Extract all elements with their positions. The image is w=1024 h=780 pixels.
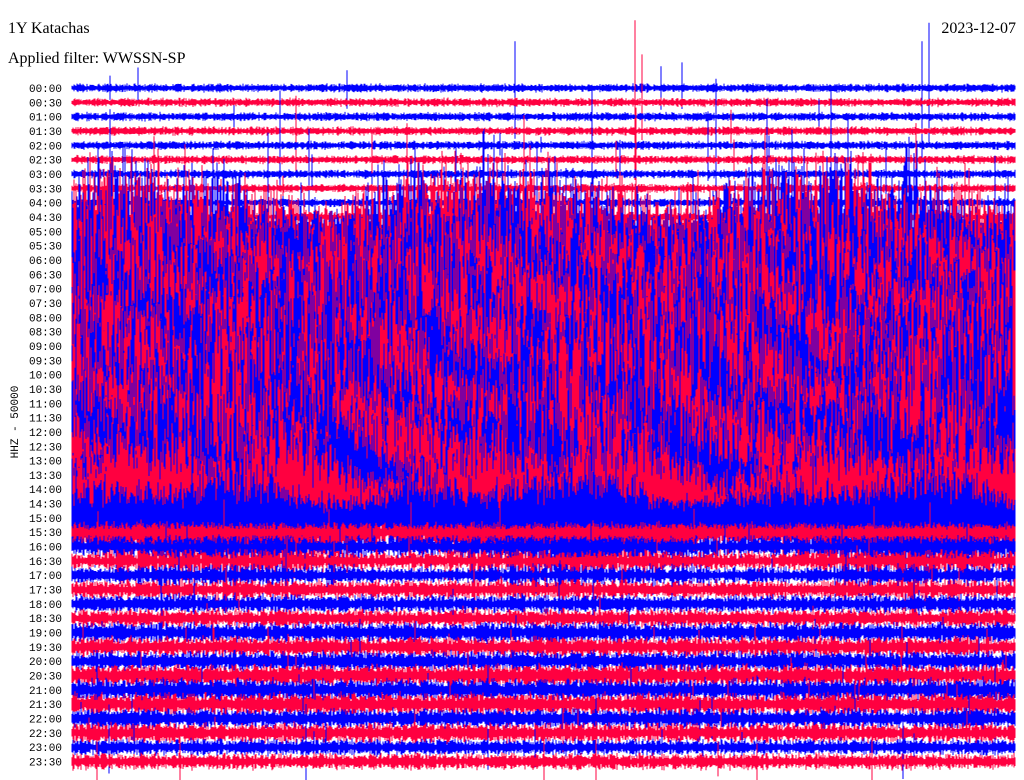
row-time-label: 23:00 — [29, 743, 62, 755]
row-time-label: 03:30 — [29, 184, 62, 196]
row-time-label: 09:00 — [29, 342, 62, 354]
row-time-label: 11:00 — [29, 399, 62, 411]
row-time-label: 16:30 — [29, 557, 62, 569]
row-time-label: 15:00 — [29, 514, 62, 526]
row-time-label: 05:00 — [29, 227, 62, 239]
row-time-label: 12:30 — [29, 442, 62, 454]
row-time-label: 21:00 — [29, 686, 62, 698]
row-time-label: 20:30 — [29, 672, 62, 684]
row-time-label: 08:30 — [29, 328, 62, 340]
row-time-label: 23:30 — [29, 758, 62, 770]
y-axis-label: HHZ - 50000 — [10, 385, 22, 459]
row-time-label: 08:00 — [29, 313, 62, 325]
row-time-label: 17:30 — [29, 586, 62, 598]
row-time-label: 06:30 — [29, 270, 62, 282]
row-time-label: 03:00 — [29, 170, 62, 182]
row-time-label: 01:30 — [29, 127, 62, 139]
row-time-label: 17:00 — [29, 571, 62, 583]
trace-row-0000 — [71, 22, 1016, 162]
row-time-label: 15:30 — [29, 528, 62, 540]
row-time-label: 19:00 — [29, 629, 62, 641]
row-time-label: 06:00 — [29, 256, 62, 268]
row-time-label: 14:30 — [29, 500, 62, 512]
row-time-label: 21:30 — [29, 700, 62, 712]
row-time-label: 04:30 — [29, 213, 62, 225]
row-time-label: 12:00 — [29, 428, 62, 440]
row-time-label: 18:00 — [29, 600, 62, 612]
helicorder-plot: 00:00 00:30 01:00 01:30 02:00 02:30 03:00 03:30… — [29, 20, 1016, 780]
row-time-label: 09:30 — [29, 356, 62, 368]
row-time-label: 00:00 — [29, 84, 62, 96]
row-time-label: 22:00 — [29, 715, 62, 727]
row-time-label: 07:30 — [29, 299, 62, 311]
row-time-label: 13:00 — [29, 457, 62, 469]
row-time-label: 04:00 — [29, 199, 62, 211]
filter-label: Applied filter: WWSSN-SP — [8, 50, 186, 67]
row-time-label: 22:30 — [29, 729, 62, 741]
row-time-label: 20:00 — [29, 657, 62, 669]
row-time-label: 18:30 — [29, 614, 62, 626]
station-title: 1Y Katachas — [8, 20, 90, 37]
row-time-label: 07:00 — [29, 285, 62, 297]
row-time-label: 14:00 — [29, 485, 62, 497]
row-time-label: 19:30 — [29, 643, 62, 655]
row-time-label: 11:30 — [29, 414, 62, 426]
row-time-label: 02:30 — [29, 156, 62, 168]
row-time-label: 16:00 — [29, 543, 62, 555]
date-label: 2023-12-07 — [941, 20, 1016, 37]
row-time-label: 00:30 — [29, 98, 62, 110]
row-time-label: 10:30 — [29, 385, 62, 397]
row-time-label: 05:30 — [29, 242, 62, 254]
row-time-label: 02:00 — [29, 141, 62, 153]
row-time-label: 01:00 — [29, 113, 62, 125]
row-time-label: 10:00 — [29, 371, 62, 383]
row-time-label: 13:30 — [29, 471, 62, 483]
